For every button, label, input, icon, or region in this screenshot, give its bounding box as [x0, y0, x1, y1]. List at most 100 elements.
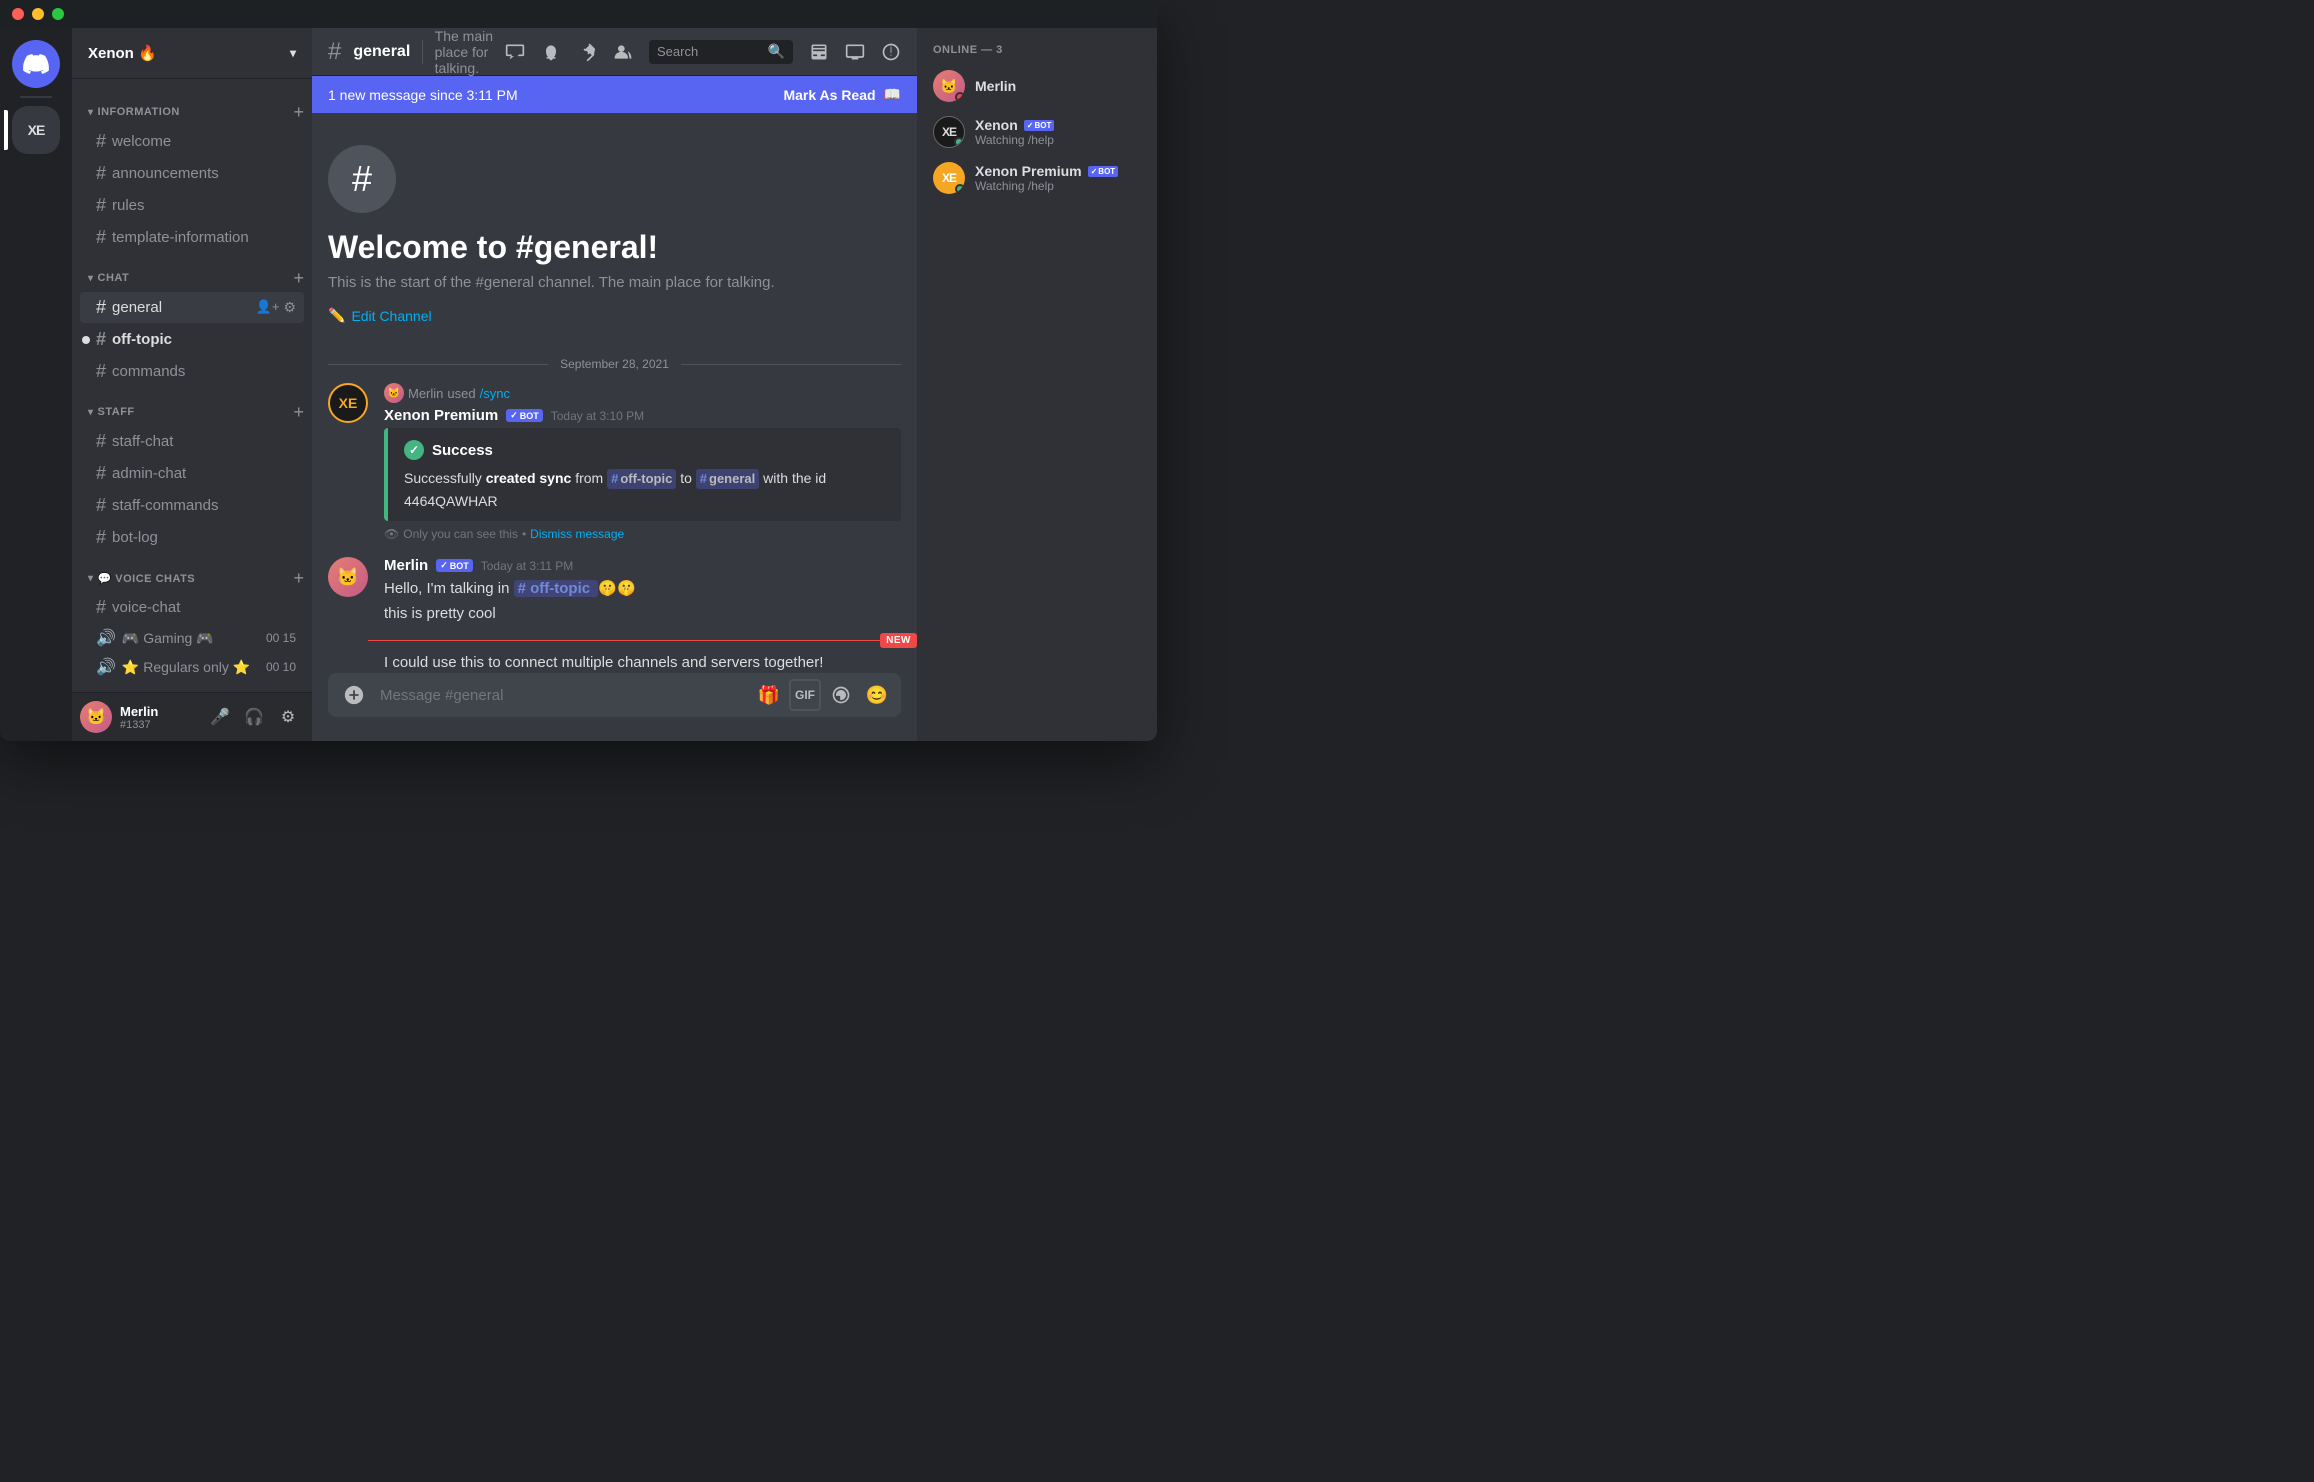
- channel-item-rules[interactable]: # rules: [80, 190, 304, 221]
- gift-button[interactable]: 🎁: [753, 679, 785, 711]
- close-button[interactable]: [12, 8, 24, 20]
- search-bar[interactable]: 🔍: [649, 40, 793, 64]
- channel-pill-to[interactable]: # general: [696, 469, 759, 489]
- hash-icon: #: [96, 227, 106, 248]
- member-item-xenon[interactable]: XE Xenon ✓BOT Watching /help: [925, 110, 1149, 154]
- notification-icon[interactable]: [541, 42, 561, 62]
- channel-item-commands[interactable]: # commands: [80, 356, 304, 387]
- channel-name-off-topic: off-topic: [112, 331, 296, 348]
- channel-item-staff-chat[interactable]: # staff-chat: [80, 426, 304, 457]
- discord-home-button[interactable]: [12, 40, 60, 88]
- xenon-server-icon[interactable]: XE: [12, 106, 60, 154]
- channel-name-staff-commands: staff-commands: [112, 497, 296, 514]
- speaker-icon: 🔊: [96, 628, 116, 648]
- xenon-premium-bot-badge: ✓BOT: [1088, 166, 1119, 177]
- add-member-icon[interactable]: 👤+: [256, 299, 280, 316]
- check-icon: ✓: [440, 560, 448, 571]
- hash-icon: #: [96, 527, 106, 548]
- server-header[interactable]: Xenon 🔥 ▾: [72, 28, 312, 79]
- edit-channel-button[interactable]: ✏️ Edit Channel: [328, 307, 432, 324]
- pinned-icon[interactable]: [577, 42, 597, 62]
- category-voice-chats-header[interactable]: ▾ 💬 VOICE CHATS +: [72, 569, 312, 591]
- channel-item-bot-log[interactable]: # bot-log: [80, 522, 304, 553]
- used-text: used: [447, 386, 475, 401]
- channel-item-voice-chat[interactable]: # voice-chat: [80, 592, 304, 623]
- user-controls: 🎤 🎧 ⚙: [204, 701, 304, 733]
- channel-item-general[interactable]: # general 👤+ ⚙: [80, 292, 304, 323]
- category-chat-header[interactable]: ▾ CHAT +: [72, 269, 312, 291]
- search-input[interactable]: [657, 44, 762, 59]
- mark-as-read-button[interactable]: Mark As Read 📖: [783, 86, 901, 103]
- message-input-field[interactable]: [380, 675, 745, 716]
- member-item-merlin[interactable]: 🐱 Merlin: [925, 64, 1149, 108]
- hash-icon: #: [96, 431, 106, 452]
- maximize-button[interactable]: [52, 8, 64, 20]
- message-group-2: 🐱 Merlin ✓ BOT Today at 3:11 PM Hello, I…: [312, 553, 917, 673]
- sticker-button[interactable]: [825, 679, 857, 711]
- caret-icon: ▾: [88, 573, 94, 584]
- category-information: ▾ INFORMATION + # welcome # announcement…: [72, 103, 312, 253]
- category-information-header[interactable]: ▾ INFORMATION +: [72, 103, 312, 125]
- channel-mention-off-topic[interactable]: # off-topic: [514, 580, 599, 597]
- dismiss-button[interactable]: Dismiss message: [530, 527, 624, 541]
- deafen-button[interactable]: 🎧: [238, 701, 270, 733]
- add-channel-voice-button[interactable]: +: [293, 569, 304, 587]
- settings-icon[interactable]: ⚙: [283, 299, 296, 316]
- minimize-button[interactable]: [32, 8, 44, 20]
- server-dropdown-icon: ▾: [290, 46, 296, 60]
- member-name-merlin: Merlin: [975, 78, 1141, 94]
- embed-title-text: Success: [432, 442, 493, 459]
- help-icon[interactable]: [881, 42, 901, 62]
- user-info: Merlin #1337: [120, 704, 196, 731]
- member-item-xenon-premium[interactable]: XE Xenon Premium ✓BOT Watching /help: [925, 156, 1149, 200]
- hash-icon: #: [96, 163, 106, 184]
- message-1-visibility: 👁 Only you can see this • Dismiss messag…: [384, 527, 901, 541]
- voice-item-gaming[interactable]: 🔊 🎮 Gaming 🎮 00 15: [80, 624, 304, 652]
- msg-2-emoji: 🤫: [598, 580, 617, 597]
- channel-intro-title: Welcome to #general!: [328, 229, 901, 266]
- msg-2-prefix: Hello, I'm talking in: [384, 580, 514, 597]
- new-message-banner: 1 new message since 3:11 PM Mark As Read…: [312, 76, 917, 113]
- emoji-button[interactable]: 😊: [861, 679, 893, 711]
- attach-button[interactable]: [336, 673, 372, 717]
- book-icon: 📖: [884, 86, 901, 103]
- channel-item-welcome[interactable]: # welcome: [80, 126, 304, 157]
- category-voice-chats: ▾ 💬 VOICE CHATS + # voice-chat 🔊 🎮 Gamin…: [72, 569, 312, 681]
- check-icon-sm: ✓: [1027, 121, 1034, 130]
- channel-item-staff-commands[interactable]: # staff-commands: [80, 490, 304, 521]
- bot-badge-1: ✓ BOT: [506, 409, 543, 422]
- add-channel-staff-button[interactable]: +: [293, 403, 304, 421]
- voice-name-regulars: ⭐ Regulars only ⭐: [122, 659, 260, 676]
- voice-name-gaming: 🎮 Gaming 🎮: [122, 630, 260, 647]
- inbox-icon[interactable]: [809, 42, 829, 62]
- xenon-status-text: Watching /help: [975, 133, 1141, 147]
- channel-item-admin-chat[interactable]: # admin-chat: [80, 458, 304, 489]
- member-name-xenon: Xenon ✓BOT: [975, 117, 1141, 133]
- channel-actions-general: 👤+ ⚙: [256, 299, 296, 316]
- message-input-area: 🎁 GIF 😊: [312, 673, 917, 741]
- category-staff-header[interactable]: ▾ STAFF +: [72, 403, 312, 425]
- threads-icon[interactable]: [505, 42, 525, 62]
- channel-name-welcome: welcome: [112, 133, 296, 150]
- date-line-right: [681, 364, 901, 365]
- channel-item-template-information[interactable]: # template-information: [80, 222, 304, 253]
- hash-icon: #: [96, 463, 106, 484]
- user-avatar: 🐱: [80, 701, 112, 733]
- message-group-1: XE 🐱 Merlin used /sync Xenon Premium ✓: [312, 379, 917, 545]
- monitor-icon[interactable]: [845, 42, 865, 62]
- channel-item-off-topic[interactable]: # off-topic: [80, 324, 304, 355]
- voice-item-regulars[interactable]: 🔊 ⭐ Regulars only ⭐ 00 10: [80, 653, 304, 681]
- app-body: XE Xenon 🔥 ▾ ▾ INFORMATION +: [0, 28, 1157, 741]
- channel-pill-from[interactable]: # off-topic: [607, 469, 676, 489]
- banner-action-label: Mark As Read: [783, 87, 875, 103]
- channel-item-announcements[interactable]: # announcements: [80, 158, 304, 189]
- add-channel-information-button[interactable]: +: [293, 103, 304, 121]
- mute-button[interactable]: 🎤: [204, 701, 236, 733]
- caret-icon: ▾: [88, 407, 94, 418]
- gif-button[interactable]: GIF: [789, 679, 821, 711]
- settings-button[interactable]: ⚙: [272, 701, 304, 733]
- add-channel-chat-button[interactable]: +: [293, 269, 304, 287]
- members-icon[interactable]: [613, 42, 633, 62]
- mention-channel-name: off-topic: [530, 580, 590, 597]
- edit-channel-label: Edit Channel: [351, 308, 431, 324]
